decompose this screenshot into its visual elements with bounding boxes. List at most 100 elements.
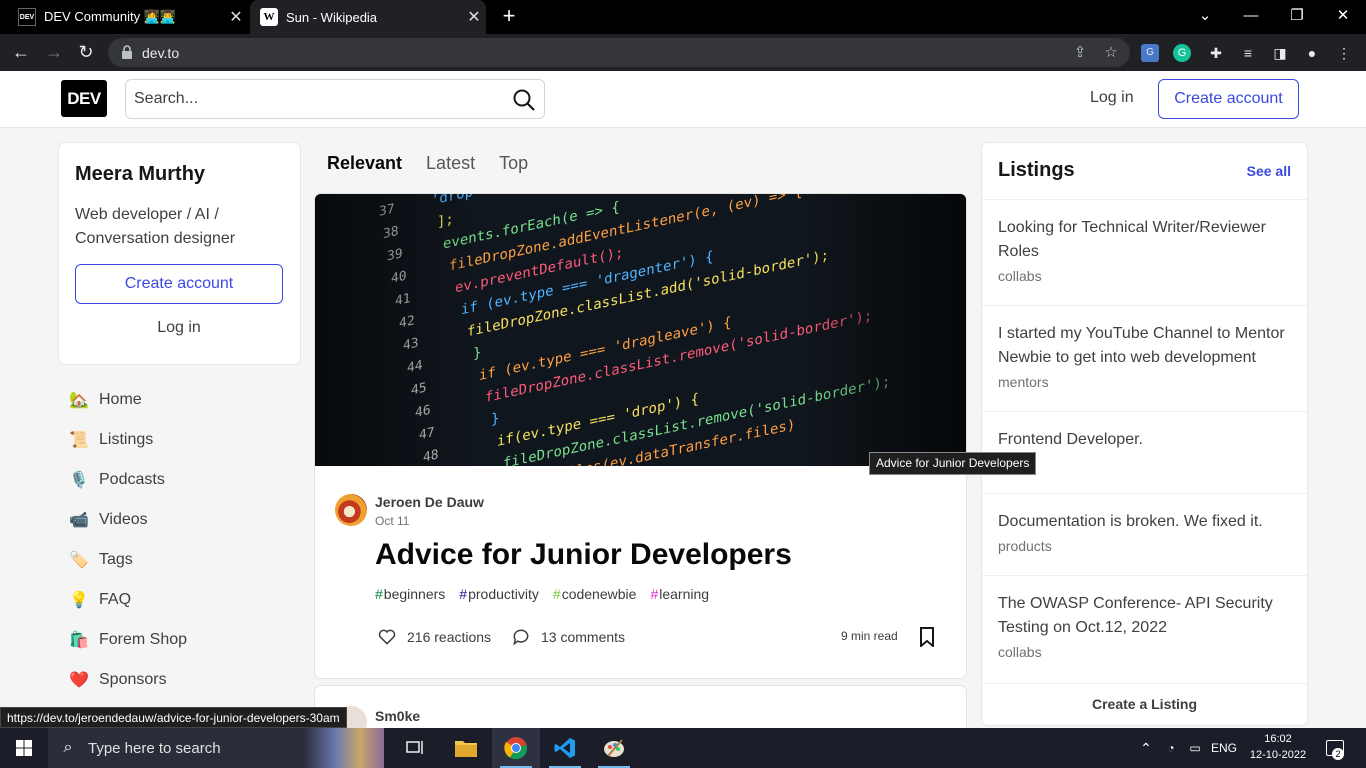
search-box[interactable] [125, 79, 545, 119]
dev-logo[interactable]: DEV [61, 80, 107, 117]
sidebar-item-videos[interactable]: 📹 Videos [59, 500, 300, 540]
faq-icon: 💡 [69, 592, 89, 609]
create-account-button[interactable]: Create account [1158, 79, 1299, 119]
bookmark-star-icon[interactable]: ☆ [1101, 43, 1121, 63]
taskbar-clock[interactable]: 16:02 12-10-2022 [1246, 731, 1310, 763]
back-button[interactable]: ← [8, 40, 34, 66]
volume-icon[interactable]: ▭ [1184, 728, 1206, 768]
login-link[interactable]: Log in [1078, 89, 1146, 107]
vscode-taskbar-icon[interactable] [541, 728, 589, 768]
sidebar-item-label: Videos [99, 511, 148, 528]
search-input[interactable] [134, 88, 494, 110]
close-tab-icon[interactable]: ✕ [462, 7, 486, 27]
restore-button[interactable]: ❐ [1274, 0, 1320, 34]
windows-start-icon[interactable] [0, 728, 48, 768]
windows-taskbar: ⌕ Type here to search ⌃ ◔ ▭ ENG 16:02 12… [0, 728, 1366, 768]
new-tab-button[interactable]: + [496, 5, 522, 29]
translate-extension-icon[interactable]: G [1141, 44, 1159, 62]
url-text: dev.to [142, 45, 180, 61]
article-card[interactable]: 36 'dragover',37 'drop'38];39events.forE… [315, 194, 966, 678]
sidebar-create-account-button[interactable]: Create account [75, 264, 283, 304]
notifications-icon[interactable]: 2 [1320, 728, 1350, 768]
sidebar-item-podcasts[interactable]: 🎙️ Podcasts [59, 460, 300, 500]
title-tooltip: Advice for Junior Developers [869, 452, 1037, 475]
tab-top[interactable]: Top [487, 153, 540, 177]
sidebar-item-listings[interactable]: 📜 Listings [59, 420, 300, 460]
language-indicator[interactable]: ENG [1208, 728, 1240, 768]
article-cover-image[interactable]: 36 'dragover',37 'drop'38];39events.forE… [315, 194, 966, 466]
extensions-icon[interactable]: ✚ [1205, 42, 1227, 64]
tab-latest[interactable]: Latest [414, 153, 487, 177]
tag-productivity[interactable]: #productivity [459, 586, 539, 602]
tab-dev-community[interactable]: DEV DEV Community 👩‍💻👨‍💻 ✕ [8, 0, 248, 34]
reload-button[interactable]: ↻ [73, 40, 99, 66]
sidebar-item-label: Sponsors [99, 671, 167, 688]
tab-search-icon[interactable]: ⌄ [1182, 0, 1228, 34]
listing-category: products [998, 538, 1052, 554]
profile-description: Web developer / AI / Conversation design… [75, 206, 236, 247]
author-avatar[interactable] [335, 494, 367, 526]
sidebar-item-home[interactable]: 🏡 Home [59, 380, 300, 420]
tag-label: codenewbie [561, 586, 637, 602]
sidebar-item-sponsors[interactable]: ❤️ Sponsors [59, 660, 300, 700]
comments-button[interactable]: 13 comments [511, 627, 625, 647]
home-icon: 🏡 [69, 392, 89, 409]
feed-tabs: Relevant Latest Top [315, 153, 540, 177]
article-card[interactable]: Sm0ke [315, 686, 966, 728]
see-all-link[interactable]: See all [1247, 163, 1291, 179]
forward-button[interactable]: → [41, 40, 67, 66]
sidebar-item-label: Podcasts [99, 471, 165, 488]
paint-taskbar-icon[interactable] [590, 728, 638, 768]
chrome-taskbar-icon[interactable] [492, 728, 540, 768]
heart-icon: ❤️ [69, 672, 89, 689]
notification-count: 2 [1332, 748, 1344, 760]
listing-category: jobs [998, 456, 1291, 472]
sidebar-item-forem-shop[interactable]: 🛍️ Forem Shop [59, 620, 300, 660]
author-name[interactable]: Sm0ke [375, 708, 420, 724]
minimize-button[interactable]: — [1228, 0, 1274, 34]
article-title[interactable]: Advice for Junior Developers [375, 538, 792, 572]
shop-icon: 🛍️ [69, 632, 89, 649]
sidebar-login-link[interactable]: Log in [75, 319, 283, 337]
menu-kebab-icon[interactable]: ⋮ [1333, 42, 1355, 64]
sidebar-item-tags[interactable]: 🏷️ Tags [59, 540, 300, 580]
share-icon[interactable]: ⇪ [1070, 43, 1090, 63]
close-window-button[interactable]: ✕ [1320, 0, 1366, 34]
article-tags: #beginners #productivity #codenewbie #le… [375, 586, 723, 602]
sidebar-item-label: Forem Shop [99, 631, 188, 648]
heart-outline-icon [378, 629, 396, 645]
listings-icon: 📜 [69, 432, 89, 449]
profile-icon[interactable]: ● [1301, 42, 1323, 64]
taskbar-search-placeholder: Type here to search [88, 739, 221, 757]
listing-item[interactable]: Documentation is broken. We fixed it. pr… [982, 493, 1307, 575]
dev-favicon-icon: DEV [18, 8, 36, 26]
close-tab-icon[interactable]: ✕ [224, 7, 248, 27]
grammarly-extension-icon[interactable]: G [1173, 44, 1191, 62]
file-explorer-icon[interactable] [442, 728, 490, 768]
tab-relevant[interactable]: Relevant [315, 153, 414, 177]
listing-item[interactable]: Looking for Technical Writer/Reviewer Ro… [982, 199, 1307, 305]
listing-item[interactable]: I started my YouTube Channel to Mentor N… [982, 305, 1307, 411]
listing-item[interactable]: The OWASP Conference- API Security Testi… [982, 575, 1307, 681]
taskbar-search[interactable]: ⌕ Type here to search [48, 728, 384, 768]
omnibox[interactable]: dev.to ⇪ ☆ [108, 38, 1130, 67]
network-icon[interactable]: ◔ [1160, 728, 1182, 768]
reactions-count: 216 reactions [407, 629, 492, 645]
tag-learning[interactable]: #learning [650, 586, 709, 602]
side-panel-icon[interactable]: ◨ [1269, 42, 1291, 64]
media-control-icon[interactable]: ≡ [1237, 42, 1259, 64]
sidebar-item-faq[interactable]: 💡 FAQ [59, 580, 300, 620]
reactions-button[interactable]: 216 reactions [377, 627, 491, 647]
show-hidden-icons[interactable]: ⌃ [1136, 728, 1156, 768]
article-date[interactable]: Oct 11 [375, 514, 409, 528]
author-name[interactable]: Jeroen De Dauw [375, 494, 484, 510]
search-icon[interactable] [512, 88, 536, 112]
bookmark-icon[interactable] [919, 627, 935, 647]
tab-wikipedia[interactable]: W Sun - Wikipedia ✕ [250, 0, 486, 34]
tag-codenewbie[interactable]: #codenewbie [553, 586, 637, 602]
welcome-card: Meera Murthy Web developer / AI / Conver… [59, 143, 300, 364]
tag-beginners[interactable]: #beginners [375, 586, 445, 602]
create-listing-link[interactable]: Create a Listing [982, 683, 1307, 725]
comments-count: 13 comments [541, 629, 626, 645]
task-view-icon[interactable] [392, 728, 440, 768]
